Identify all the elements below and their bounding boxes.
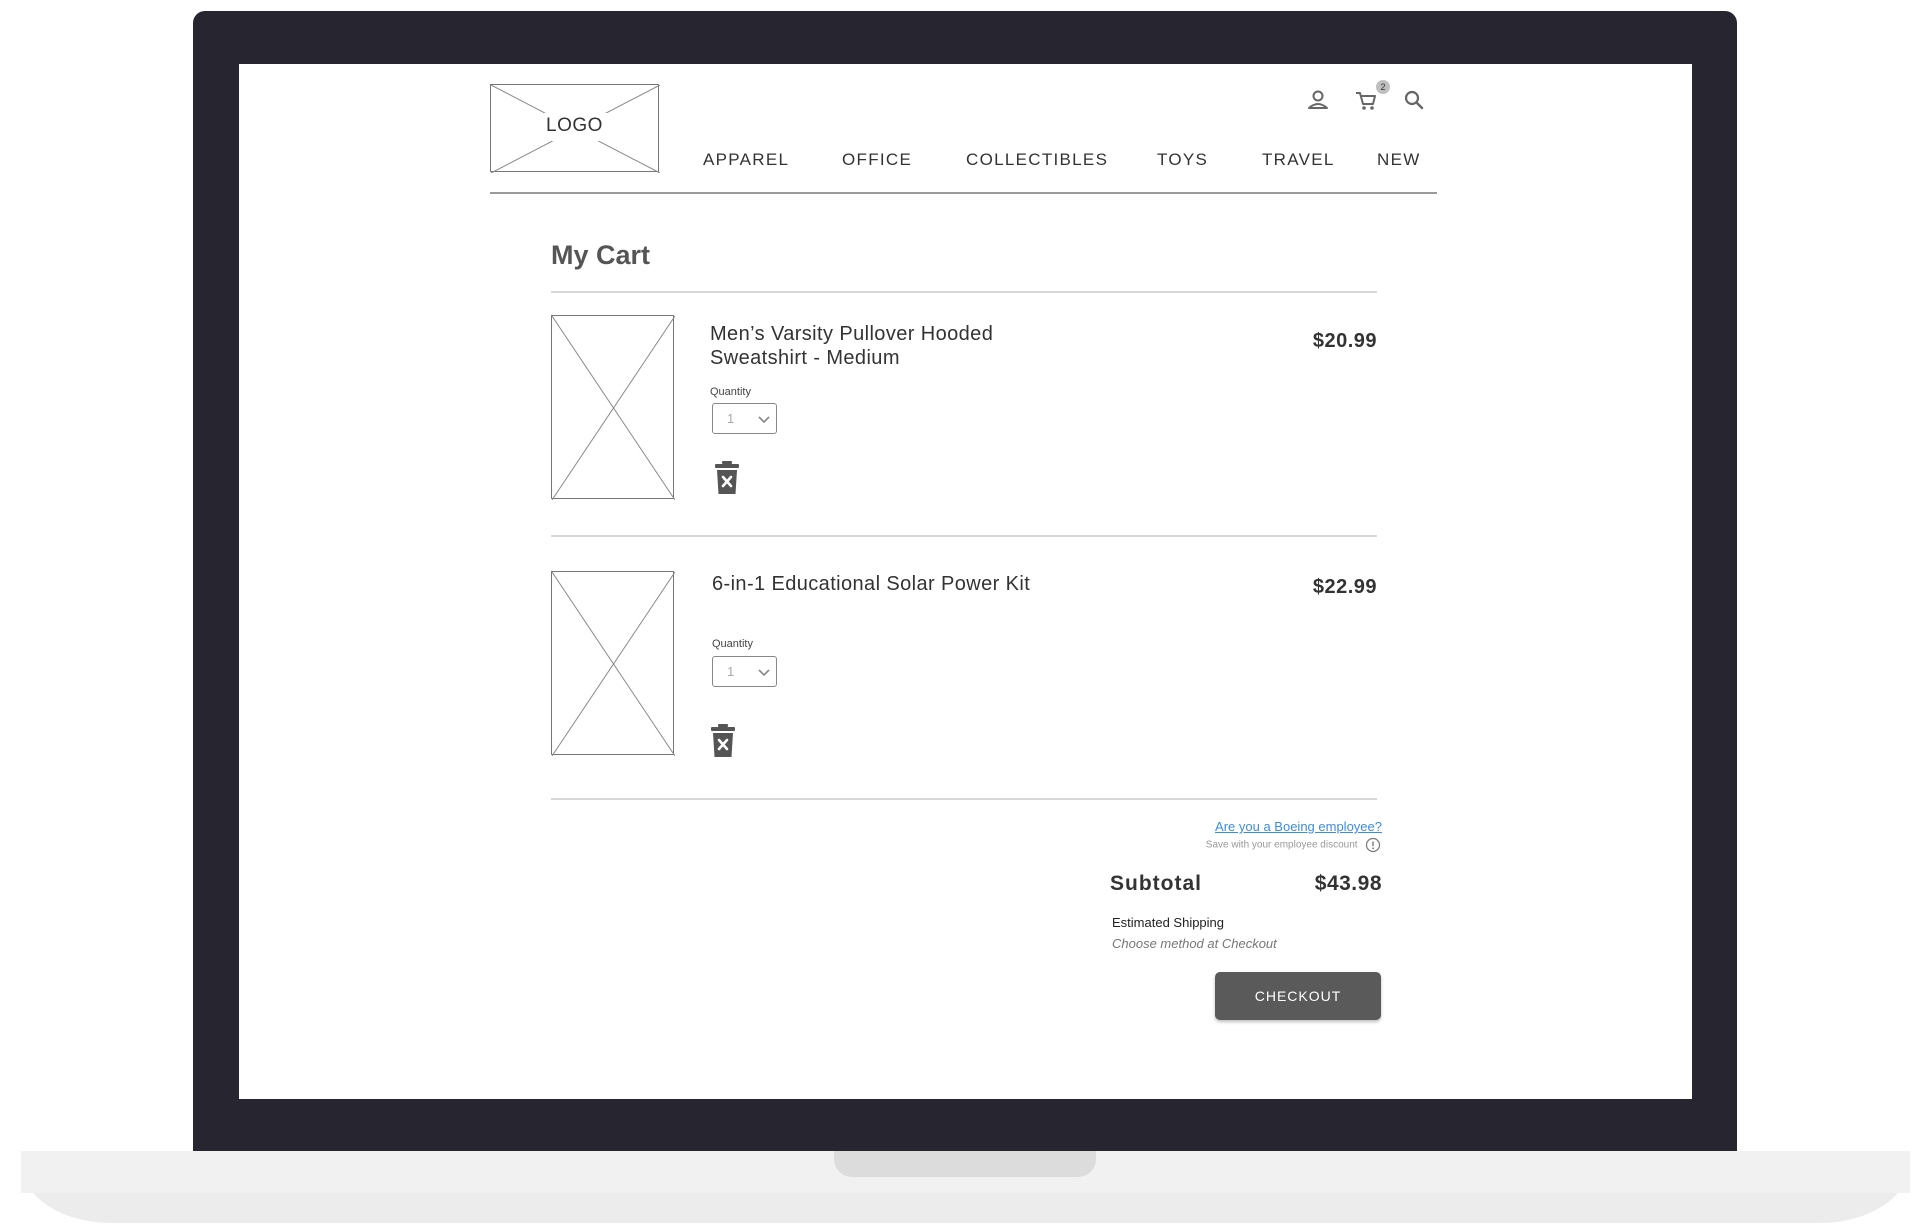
shipping-label: Estimated Shipping (1112, 915, 1225, 930)
search-icon[interactable] (1400, 86, 1428, 114)
product-image-placeholder[interactable] (551, 315, 675, 500)
nav-toys[interactable]: TOYS (1157, 150, 1208, 170)
nav-apparel[interactable]: APPAREL (703, 150, 789, 170)
shipping-note: Choose method at Checkout (1112, 936, 1277, 951)
logo-text: LOGO (546, 115, 603, 136)
trash-icon (711, 724, 735, 757)
divider (551, 535, 1377, 537)
subtotal-value: $43.98 (1314, 872, 1382, 895)
quantity-select[interactable]: 1 (712, 403, 777, 434)
employee-discount-note: Save with your employee discount (1206, 836, 1381, 852)
remove-item-button[interactable] (709, 723, 737, 759)
quantity-value: 1 (727, 664, 735, 679)
product-name[interactable]: 6-in-1 Educational Solar Power Kit (712, 572, 1042, 596)
remove-item-button[interactable] (713, 460, 741, 496)
employee-discount-link[interactable]: Are you a Boeing employee? (1215, 819, 1382, 834)
quantity-label: Quantity (712, 638, 753, 650)
divider (551, 798, 1377, 800)
checkout-button[interactable]: CHECKOUT (1215, 972, 1381, 1020)
item-price: $20.99 (1312, 330, 1377, 352)
user-icon[interactable] (1304, 86, 1332, 114)
nav-office[interactable]: OFFICE (842, 150, 912, 170)
trash-icon (715, 461, 739, 494)
laptop-notch (834, 1151, 1096, 1177)
product-image-placeholder[interactable] (551, 571, 675, 756)
logo[interactable]: LOGO (490, 84, 660, 173)
subtotal-label: Subtotal (1110, 872, 1202, 895)
chevron-down-icon (758, 669, 770, 677)
nav-travel[interactable]: TRAVEL (1262, 150, 1335, 170)
quantity-label: Quantity (710, 386, 751, 398)
divider (551, 291, 1377, 293)
info-icon[interactable] (1365, 837, 1381, 853)
header-divider (490, 192, 1437, 194)
browser-screen: LOGO 2 APPAREL OFFICE COLLECTIBLES TOYS … (239, 64, 1692, 1099)
nav-collectibles[interactable]: COLLECTIBLES (966, 150, 1108, 170)
quantity-select[interactable]: 1 (712, 656, 777, 687)
employee-discount-text: Save with your employee discount (1205, 839, 1358, 851)
nav-new[interactable]: NEW (1377, 150, 1421, 170)
page-title: My Cart (551, 240, 651, 270)
item-price: $22.99 (1312, 576, 1377, 598)
cart-count-badge: 2 (1376, 80, 1390, 94)
quantity-value: 1 (727, 411, 735, 426)
chevron-down-icon (758, 416, 770, 424)
product-name[interactable]: Men’s Varsity Pullover Hooded Sweatshirt… (710, 322, 1040, 370)
